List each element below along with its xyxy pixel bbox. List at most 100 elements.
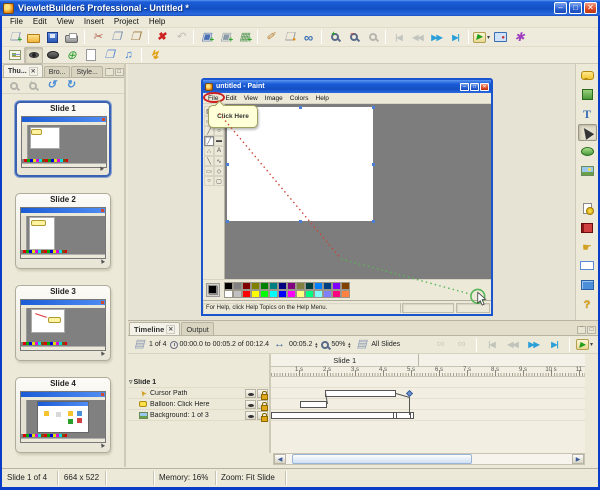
balloon-tool[interactable] [578,67,597,84]
minimize-button[interactable]: – [554,2,567,14]
menu-insert[interactable]: Insert [80,17,108,26]
nav-back-button[interactable]: ◀◀ [408,29,427,46]
menu-project[interactable]: Project [110,17,143,26]
title-bar[interactable]: ViewletBuilder6 Professional - Untitled … [0,0,600,16]
scroll-left-button[interactable]: ◀ [274,454,286,464]
capture-slide-button[interactable] [216,29,235,46]
record-window-button[interactable] [491,29,510,46]
text-tool[interactable] [578,105,597,122]
timeline-track-row[interactable] [271,388,585,399]
tl-nav-forward-button[interactable]: ▶▶ [524,336,543,353]
preview-eye-button[interactable] [24,47,43,64]
rotate-right-button[interactable] [63,79,78,93]
click-area-tool[interactable] [578,238,597,255]
rotate-left-button[interactable] [44,79,59,93]
screen-tool[interactable] [578,276,597,293]
tab-bro[interactable]: Bro... [44,66,71,77]
slide-background-screenshot[interactable]: untitled - Paint – □ ✕ FileEditViewImage… [201,78,493,316]
slide-thumbnail-slide-4[interactable]: Slide 4▲ [15,377,111,453]
timeline-row-cursor-path[interactable]: ➤Cursor Path [128,388,269,399]
document-tool[interactable] [578,200,597,217]
slide-thumbnail-slide-2[interactable]: Slide 2▲ [15,193,111,269]
ungroup-button[interactable] [452,336,471,353]
thumb-zoom-in-button[interactable]: + [25,79,40,93]
scroll-right-button[interactable]: ▶ [572,454,584,464]
image-stack-tool[interactable] [578,181,597,198]
cut-button[interactable] [88,29,107,46]
slide-thumbnail-slide-1[interactable]: Slide 1▲ [15,101,111,177]
duration-spinner[interactable]: ▲▼ [314,342,318,348]
tab-thu[interactable]: Thu...✕ [3,64,43,77]
mask-button[interactable] [43,47,62,64]
menu-view[interactable]: View [53,17,78,26]
highlight-ellipse-annotation[interactable] [203,92,225,103]
note-tool[interactable] [578,86,597,103]
scrollbar-thumb[interactable] [292,454,472,464]
import-button[interactable] [62,47,81,64]
text-field-tool[interactable] [578,257,597,274]
timeline-notch[interactable] [410,412,414,419]
preview-binoculars-button[interactable] [299,29,318,46]
close-tab-icon[interactable]: ✕ [29,67,38,76]
tl-nav-last-button[interactable]: ▶| [545,336,564,353]
lock-toggle[interactable] [257,411,268,420]
timeline-ruler[interactable]: 1 s2 s3 s4 s5 s6 s7 s8 s9 s10 s11 [271,367,585,377]
zoom-selection-button[interactable] [363,29,382,46]
close-button[interactable]: ✕ [584,2,597,14]
timeline-notch[interactable] [393,412,397,419]
undo-button[interactable] [171,29,190,46]
slide-thumbnail-slide-3[interactable]: Slide 3▲ [15,285,111,361]
delete-button[interactable] [152,29,171,46]
maximize-button[interactable]: □ [569,2,582,14]
click-here-balloon[interactable]: Click Here [208,105,258,128]
cursor-tool[interactable] [578,124,597,141]
print-button[interactable] [62,29,81,46]
shape-tool[interactable] [578,143,597,160]
timeline-bar-cursor[interactable] [325,390,396,397]
publish-button[interactable]: ▾ [472,29,491,46]
timeline-tab-timeline[interactable]: Timeline✕ [129,322,180,335]
timeline-zoom-field[interactable]: 50% ▲▼ [321,341,351,349]
smart-capture-button[interactable] [145,47,164,64]
open-button[interactable] [24,29,43,46]
insert-slide-button[interactable] [197,29,216,46]
record-options-button[interactable] [510,29,529,46]
panel-float-button[interactable]: □ [115,68,124,76]
nav-forward-button[interactable]: ▶▶ [427,29,446,46]
timeline-row-balloon-click-here[interactable]: Balloon: Click Here [128,399,269,410]
visibility-toggle[interactable] [245,389,256,398]
timeline-horizontal-scrollbar[interactable]: ◀ ▶ [273,453,585,465]
all-slides-toggle[interactable]: All Slides [354,338,400,352]
blank-page-button[interactable] [81,47,100,64]
close-tab-icon[interactable]: ✕ [166,325,175,334]
tl-nav-first-button[interactable]: |◀ [482,336,501,353]
timeline-row-background-1-of-3[interactable]: Background: 1 of 3 [128,410,269,421]
menu-help[interactable]: Help [145,17,169,26]
tl-nav-back-button[interactable]: ◀◀ [503,336,522,353]
tab-style[interactable]: Style... [71,66,102,77]
page-properties-button[interactable] [280,29,299,46]
timeline-bar-balloon[interactable] [300,401,327,408]
timeline-tab-output[interactable]: Output [181,322,214,335]
zoom-spinner[interactable]: ▲▼ [347,342,351,348]
tl-preview-button[interactable]: ▾ [575,336,594,353]
panel-float-button[interactable]: □ [587,326,596,334]
menu-edit[interactable]: Edit [29,17,51,26]
zoom-in-button[interactable]: + [325,29,344,46]
visibility-toggle[interactable] [245,400,256,409]
movie-tool[interactable] [578,219,597,236]
timeline-track-row[interactable] [271,377,585,388]
zoom-out-button[interactable]: – [344,29,363,46]
insert-image-button[interactable] [235,29,254,46]
nav-last-button[interactable]: ▶| [446,29,465,46]
nav-first-button[interactable]: |◀ [389,29,408,46]
group-button[interactable] [431,336,450,353]
lock-toggle[interactable] [257,400,268,409]
new-button[interactable] [5,29,24,46]
panel-minimize-button[interactable]: ‾ [577,326,586,334]
image-tool[interactable] [578,162,597,179]
thumb-zoom-out-button[interactable] [6,79,21,93]
menu-file[interactable]: File [6,17,27,26]
timeline-duration-field[interactable]: 00:05.2 ▲▼ [272,338,318,352]
project-properties-button[interactable] [5,47,24,64]
